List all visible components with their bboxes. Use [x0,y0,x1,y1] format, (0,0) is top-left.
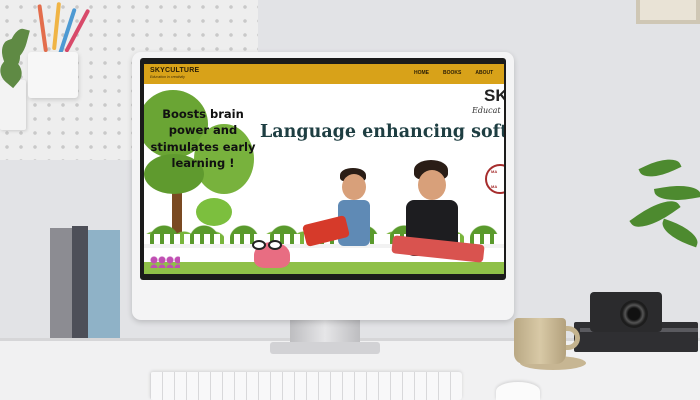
coffee-mug [514,318,566,364]
website-screen: SKYCULTURE Education in creativity HOME … [144,64,504,274]
monitor-stand-base [270,342,380,354]
book [72,226,88,354]
brand-logo-partial: SK [484,86,504,105]
mouse [496,382,540,400]
slogan-line: Boosts brain [162,107,244,121]
flowers [150,256,180,268]
camera-lens-icon [620,300,648,328]
site-header: SKYCULTURE Education in creativity HOME … [144,64,504,84]
site-logo[interactable]: SKYCULTURE Education in creativity [150,67,199,79]
site-nav: HOME BOOKS ABOUT [414,70,493,76]
logo-tagline: Education in creativity [150,75,185,79]
slogan-line: stimulates early [150,139,256,154]
nav-books[interactable]: BOOKS [443,70,461,76]
glasses-icon [252,240,266,250]
kid-head [342,174,366,200]
nav-home[interactable]: HOME [414,70,429,76]
nav-about[interactable]: ABOUT [475,70,493,76]
hero-headline: Language enhancing soft fabric [260,122,504,142]
brand-tagline-partial: Educat [472,106,501,115]
picture-frame [636,0,700,24]
hero-slogan: Boosts brain power and stimulates early … [148,106,258,171]
logo-name: SKYCULTURE [150,67,200,74]
quality-badge: MA MA [485,164,504,194]
badge-text-bottom: MA [491,184,498,189]
grass [144,262,504,274]
slogan-line: learning ! [171,155,235,170]
book [50,228,72,354]
book [88,230,120,354]
badge-text-top: MA [491,169,498,174]
keyboard [150,372,462,400]
pencil-cup [28,52,78,98]
slogan-line: power and [168,123,238,138]
kid-head [418,170,446,200]
glasses-icon [268,240,282,250]
